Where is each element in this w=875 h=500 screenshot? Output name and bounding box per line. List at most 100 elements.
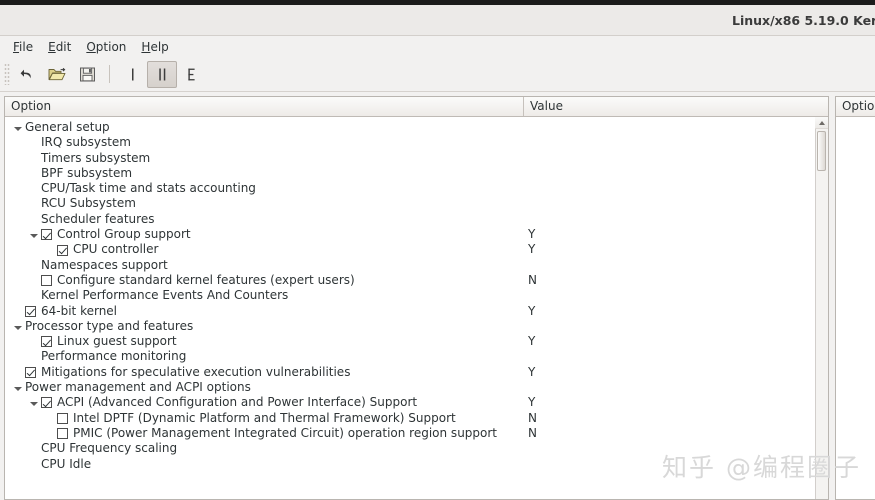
checkbox-checked[interactable] xyxy=(25,305,36,317)
checkbox-checked[interactable] xyxy=(57,244,68,256)
tree-row-label: Control Group support xyxy=(57,227,191,242)
column-header-value[interactable]: Value xyxy=(524,97,828,116)
tree-row[interactable]: Processor type and features xyxy=(5,319,815,334)
tree-row[interactable]: BPF subsystem xyxy=(5,166,815,181)
tree-row-label: Performance monitoring xyxy=(41,349,187,364)
tree-row-label: 64-bit kernel xyxy=(41,303,118,318)
tree-row[interactable]: 64-bit kernel Y xyxy=(5,304,815,319)
expand-triangle-icon[interactable] xyxy=(29,398,39,408)
load-button[interactable] xyxy=(42,61,72,88)
checkbox-checked[interactable] xyxy=(41,336,52,348)
tree-row-label: Processor type and features xyxy=(25,318,194,333)
tree-row-label: Timers subsystem xyxy=(41,150,151,165)
scroll-up-arrow-icon[interactable] xyxy=(815,117,828,129)
checkbox-checked[interactable] xyxy=(25,366,36,378)
tree-row-label: CPU Idle xyxy=(41,456,92,471)
tree-row-label-cell: Namespaces support xyxy=(5,258,528,273)
tree-row-label-cell: Intel DPTF (Dynamic Platform and Thermal… xyxy=(5,411,528,426)
full-view-button[interactable] xyxy=(177,61,207,88)
tree-row[interactable]: Scheduler features xyxy=(5,212,815,227)
vertical-scrollbar[interactable] xyxy=(814,117,828,499)
tree-row[interactable]: Power management and ACPI options xyxy=(5,380,815,395)
right-column-header-option[interactable]: Option xyxy=(836,97,875,116)
tree-row[interactable]: Intel DPTF (Dynamic Platform and Thermal… xyxy=(5,411,815,426)
checkbox-checked[interactable] xyxy=(41,397,52,409)
menu-edit[interactable]: Edit xyxy=(41,38,79,56)
tree-row-value: N xyxy=(528,272,537,287)
menu-edit-label: dit xyxy=(55,39,72,54)
tree-row[interactable]: Control Group support Y xyxy=(5,227,815,242)
tree-row[interactable]: IRQ subsystem xyxy=(5,135,815,150)
back-button[interactable] xyxy=(12,61,42,88)
column-header-option[interactable]: Option xyxy=(5,97,524,116)
tree-row-label-cell: General setup xyxy=(5,120,528,135)
tree-row-label: PMIC (Power Management Integrated Circui… xyxy=(73,425,498,440)
split-view-button[interactable] xyxy=(147,60,177,88)
tree-row[interactable]: Timers subsystem xyxy=(5,151,815,166)
save-button[interactable] xyxy=(72,61,102,88)
checkbox-unchecked[interactable] xyxy=(57,412,68,424)
tree-row[interactable]: Linux guest support Y xyxy=(5,334,815,349)
tree-row-label: RCU Subsystem xyxy=(41,196,136,211)
tree-row-label-cell: IRQ subsystem xyxy=(5,135,528,150)
expand-triangle-icon[interactable] xyxy=(13,383,23,393)
expand-triangle-icon[interactable] xyxy=(13,322,23,332)
tree-row-label: Linux guest support xyxy=(57,334,177,349)
config-option-tree[interactable]: General setup IRQ subsystem Timers subsyst… xyxy=(5,117,815,499)
undo-icon xyxy=(19,66,36,83)
checkbox-unchecked[interactable] xyxy=(41,275,52,287)
tree-row[interactable]: Namespaces support xyxy=(5,258,815,273)
toolbar-grip[interactable] xyxy=(4,63,10,85)
tree-row[interactable]: Mitigations for speculative execution vu… xyxy=(5,365,815,380)
tree-row-label-cell: PMIC (Power Management Integrated Circui… xyxy=(5,426,528,441)
pane-container: Option Value General setup IRQ subsystem T… xyxy=(0,92,875,500)
menu-option[interactable]: Option xyxy=(79,38,134,56)
checkbox-unchecked[interactable] xyxy=(57,428,68,440)
expand-triangle-icon[interactable] xyxy=(13,123,23,133)
tree-row[interactable]: General setup xyxy=(5,120,815,135)
right-option-tree[interactable] xyxy=(836,117,875,499)
tree-row-label-cell: CPU Frequency scaling xyxy=(5,441,528,456)
tree-row[interactable]: CPU Idle xyxy=(5,457,815,472)
tree-row-value: Y xyxy=(528,364,536,379)
right-pane-header: Option xyxy=(835,97,875,117)
tree-row[interactable]: Kernel Performance Events And Counters xyxy=(5,288,815,303)
scrollbar-thumb[interactable] xyxy=(817,131,827,171)
tree-row[interactable]: CPU/Task time and stats accounting xyxy=(5,181,815,196)
menu-help[interactable]: Help xyxy=(134,38,176,56)
single-view-button[interactable] xyxy=(117,61,147,88)
tree-row[interactable]: CPU Frequency scaling xyxy=(5,441,815,456)
tree-row[interactable]: ACPI (Advanced Configuration and Power I… xyxy=(5,395,815,410)
menu-option-mnemonic: O xyxy=(86,39,96,54)
tree-row-value: N xyxy=(528,410,537,425)
left-pane-header: Option Value xyxy=(5,97,828,117)
config-tree-pane: Option Value General setup IRQ subsystem T… xyxy=(4,96,829,500)
toolbar-separator-1 xyxy=(109,65,110,83)
config-detail-pane: Option xyxy=(834,96,875,500)
tree-row-label: Mitigations for speculative execution vu… xyxy=(41,364,351,379)
tree-row[interactable]: Performance monitoring xyxy=(5,349,815,364)
tree-row[interactable]: CPU controller Y xyxy=(5,242,815,257)
save-floppy-icon xyxy=(79,66,96,83)
tree-row-label-cell: Kernel Performance Events And Counters xyxy=(5,288,528,303)
menu-file[interactable]: File xyxy=(6,38,41,56)
tree-row[interactable]: Configure standard kernel features (expe… xyxy=(5,273,815,288)
tree-row-label: General setup xyxy=(25,120,110,134)
tree-row-value: Y xyxy=(528,227,536,242)
tree-row[interactable]: PMIC (Power Management Integrated Circui… xyxy=(5,426,815,441)
right-pane-body[interactable] xyxy=(835,117,875,499)
tree-row[interactable]: RCU Subsystem xyxy=(5,196,815,211)
expand-triangle-icon[interactable] xyxy=(29,230,39,240)
checkbox-checked[interactable] xyxy=(41,229,52,241)
